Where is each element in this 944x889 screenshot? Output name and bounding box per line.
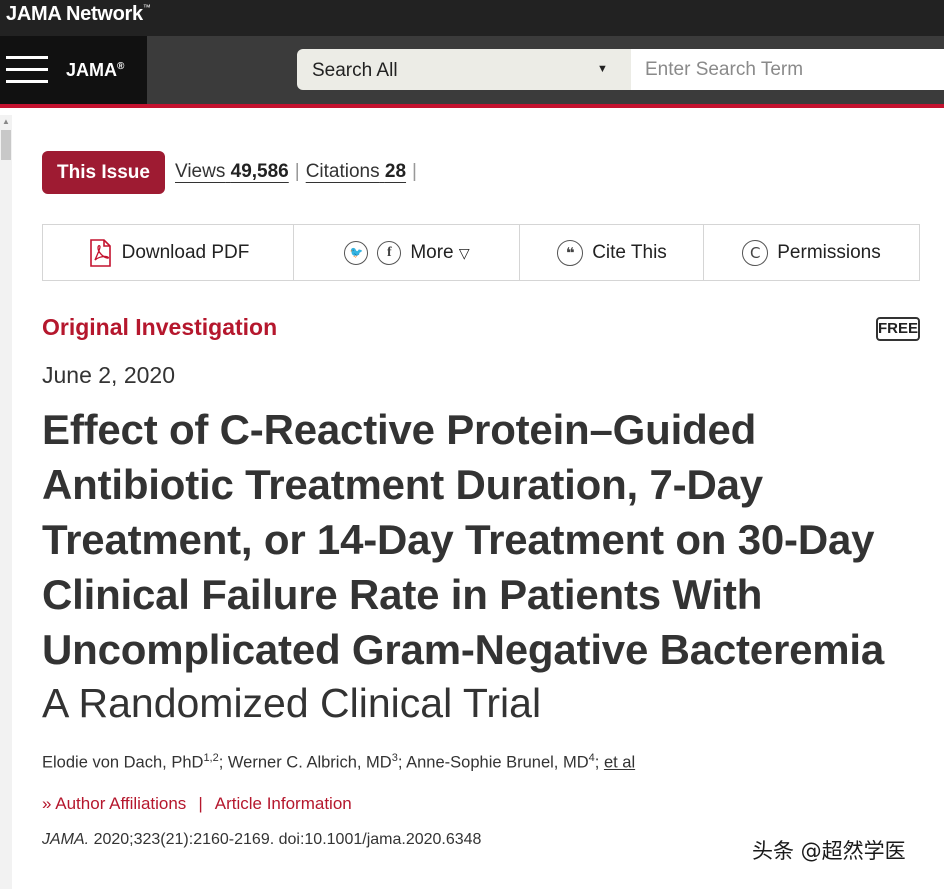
watermark: 头条 @超然学医 [752,839,906,863]
brand-trademark: ™ [142,3,151,12]
author-affiliation-number: 4 [588,752,595,764]
article-toolbar: Download PDF 🐦 f More ▽ ❝ Cite This C Pe… [42,224,920,281]
views-count: 49,586 [230,161,289,182]
cite-this-label: Cite This [592,241,667,263]
this-issue-button[interactable]: This Issue [42,151,165,194]
article-type[interactable]: Original Investigation [42,314,277,341]
publication-date: June 2, 2020 [42,362,176,388]
download-pdf-label: Download PDF [121,241,250,263]
scroll-up-arrow-icon[interactable]: ▲ [2,117,10,126]
citations-link[interactable]: Citations 28 [306,161,406,182]
author-list: Elodie von Dach, PhD1,2; Werner C. Albri… [42,752,636,772]
accent-divider [0,104,944,108]
pdf-icon [89,238,111,267]
citation-details: 2020;323(21):2160-2169. doi:10.1001/jama… [89,831,482,848]
author-affiliation-number: 1,2 [203,752,219,764]
logo-block: JAMA® [0,36,147,104]
search-input[interactable] [631,49,944,90]
author-affiliations-link[interactable]: » Author Affiliations [42,794,186,813]
metrics-separator: | [294,161,300,182]
more-caret-icon: ▽ [458,244,470,261]
double-chevron-right-icon: » [42,794,52,813]
download-pdf-button[interactable]: Download PDF [43,225,294,280]
search-scope-select[interactable]: Search All ▼ [297,49,631,90]
search-scope-label: Search All [312,60,398,81]
site-brand[interactable]: JAMA Network™ [6,3,151,26]
cite-this-button[interactable]: ❝ Cite This [520,225,704,280]
citation-line: JAMA. 2020;323(21):2160-2169. doi:10.100… [42,831,481,849]
metrics-separator: | [412,161,417,182]
citations-count: 28 [384,161,407,182]
twitter-icon[interactable]: 🐦 [344,240,369,265]
permissions-button[interactable]: C Permissions [704,225,919,280]
quote-icon: ❝ [557,239,584,266]
views-link[interactable]: Views 49,586 [175,161,289,182]
author-name[interactable]: Elodie von Dach, PhD [42,754,203,772]
author-name[interactable]: Werner C. Albrich, MD [228,754,392,772]
article-title: Effect of C-Reactive Protein–Guided Anti… [42,406,885,673]
scrollbar-thumb[interactable] [1,130,11,160]
article-metrics: Views 49,586 | Citations 28 | [175,161,423,183]
article-info-links: » Author Affiliations | Article Informatio… [42,794,352,814]
brand-name[interactable]: JAMA Network [6,3,143,25]
logo-registered-mark: ® [117,61,125,72]
menu-icon[interactable] [6,56,48,84]
free-badge: FREE [876,317,920,341]
share-group: 🐦 f More ▽ [294,225,520,280]
article-subtitle: A Randomized Clinical Trial [42,680,542,726]
more-share-button[interactable]: More ▽ [410,242,469,264]
main-navbar: JAMA® Search All ▼ [0,36,944,104]
citations-label: Citations [305,161,380,182]
views-label: Views [175,161,226,182]
author-affiliations-label: Author Affiliations [55,794,187,813]
facebook-icon[interactable]: f [377,240,402,265]
journal-logo-text[interactable]: JAMA [66,60,117,80]
copyright-icon: C [742,239,769,266]
more-label: More [410,241,454,263]
author-name[interactable]: Anne-Sophie Brunel, MD [406,754,589,772]
et-al-link[interactable]: et al [604,754,635,772]
article-information-link[interactable]: Article Information [215,794,352,813]
journal-abbrev: JAMA. [42,831,90,848]
journal-logo[interactable]: JAMA® [66,60,124,81]
links-separator: | [198,794,203,813]
author-affiliation-number: 3 [391,752,398,764]
scrollbar[interactable]: ▲ [0,115,12,889]
site-topbar: JAMA Network™ [0,0,944,36]
dropdown-caret-icon: ▼ [597,63,608,75]
permissions-label: Permissions [777,241,881,263]
